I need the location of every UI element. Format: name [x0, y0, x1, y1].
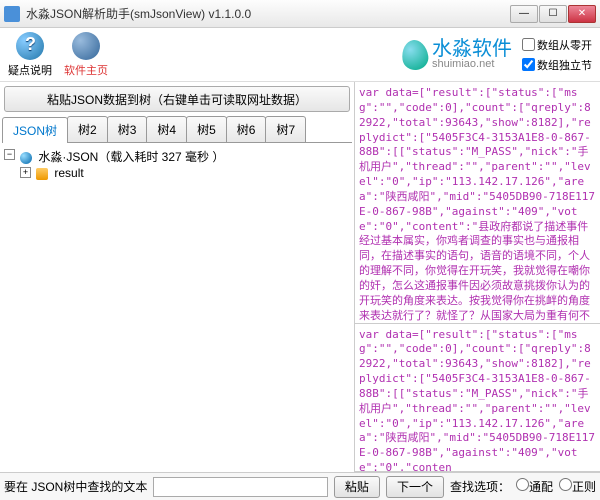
help-icon [16, 32, 44, 60]
close-button[interactable]: ✕ [568, 5, 596, 23]
tab-tree4[interactable]: 树4 [146, 116, 187, 142]
tree-tabs: JSON树 树2 树3 树4 树5 树6 树7 [2, 116, 352, 143]
find-options-label: 查找选项： [450, 478, 510, 495]
object-icon [36, 168, 48, 180]
toolbar: 疑点说明 软件主页 水淼软件 shuimiao.net 数组从零开 数组独立节 [0, 28, 600, 82]
child-label: result [54, 166, 83, 180]
help-label: 疑点说明 [8, 62, 52, 78]
collapse-icon[interactable]: − [4, 149, 15, 160]
right-panel: var data=["result":["status":["msg":"","… [355, 82, 600, 472]
globe-icon [72, 32, 100, 60]
maximize-button[interactable]: ☐ [539, 5, 567, 23]
help-button[interactable]: 疑点说明 [8, 32, 52, 78]
paste-json-button[interactable]: 粘贴JSON数据到树（右键单击可读取网址数据） [4, 86, 350, 112]
app-icon [4, 6, 20, 22]
radio-regex[interactable]: 正则 [559, 478, 596, 495]
option-array-node[interactable]: 数组独立节 [522, 57, 592, 73]
search-input[interactable] [153, 477, 328, 497]
json-tree[interactable]: − 水淼·JSON（载入耗时 327 毫秒 ） + result [0, 143, 354, 472]
expand-icon[interactable]: + [20, 167, 31, 178]
checkbox-array-zero[interactable] [522, 38, 535, 51]
tab-json-tree[interactable]: JSON树 [2, 117, 68, 143]
brand-logo: 水淼软件 shuimiao.net [402, 39, 512, 70]
checkbox-array-node[interactable] [522, 58, 535, 71]
root-label: 水淼·JSON（载入耗时 327 毫秒 ） [38, 150, 224, 164]
paste-button[interactable]: 粘贴 [334, 476, 380, 498]
root-icon [20, 152, 32, 164]
tab-tree5[interactable]: 树5 [186, 116, 227, 142]
option-array-zero[interactable]: 数组从零开 [522, 37, 592, 53]
home-button[interactable]: 软件主页 [64, 32, 108, 78]
minimize-button[interactable]: — [510, 5, 538, 23]
brand-name: 水淼软件 [432, 39, 512, 59]
title-bar: 水淼JSON解析助手(smJsonView) v1.1.0.0 — ☐ ✕ [0, 0, 600, 28]
bottom-bar: 要在 JSON树中查找的文本 粘贴 下一个 查找选项： 通配 正则 [0, 472, 600, 500]
window-title: 水淼JSON解析助手(smJsonView) v1.1.0.0 [26, 5, 510, 22]
left-panel: 粘贴JSON数据到树（右键单击可读取网址数据） JSON树 树2 树3 树4 树… [0, 82, 355, 472]
search-label: 要在 JSON树中查找的文本 [4, 478, 147, 495]
tree-child-node[interactable]: + result [20, 165, 350, 181]
raw-json-top[interactable]: var data=["result":["status":["msg":"","… [355, 82, 600, 324]
options-panel: 数组从零开 数组独立节 [522, 37, 592, 73]
home-label: 软件主页 [64, 62, 108, 78]
next-button[interactable]: 下一个 [386, 476, 444, 498]
tree-root-node[interactable]: − 水淼·JSON（载入耗时 327 毫秒 ） + result [4, 147, 350, 182]
tab-tree3[interactable]: 树3 [107, 116, 148, 142]
water-drop-icon [400, 38, 430, 71]
radio-wildcard[interactable]: 通配 [516, 478, 553, 495]
brand-url: shuimiao.net [432, 59, 512, 70]
raw-json-bottom[interactable]: var data=["result":["status":["msg":"","… [355, 324, 600, 473]
tab-tree7[interactable]: 树7 [265, 116, 306, 142]
tab-tree2[interactable]: 树2 [67, 116, 108, 142]
tab-tree6[interactable]: 树6 [226, 116, 267, 142]
